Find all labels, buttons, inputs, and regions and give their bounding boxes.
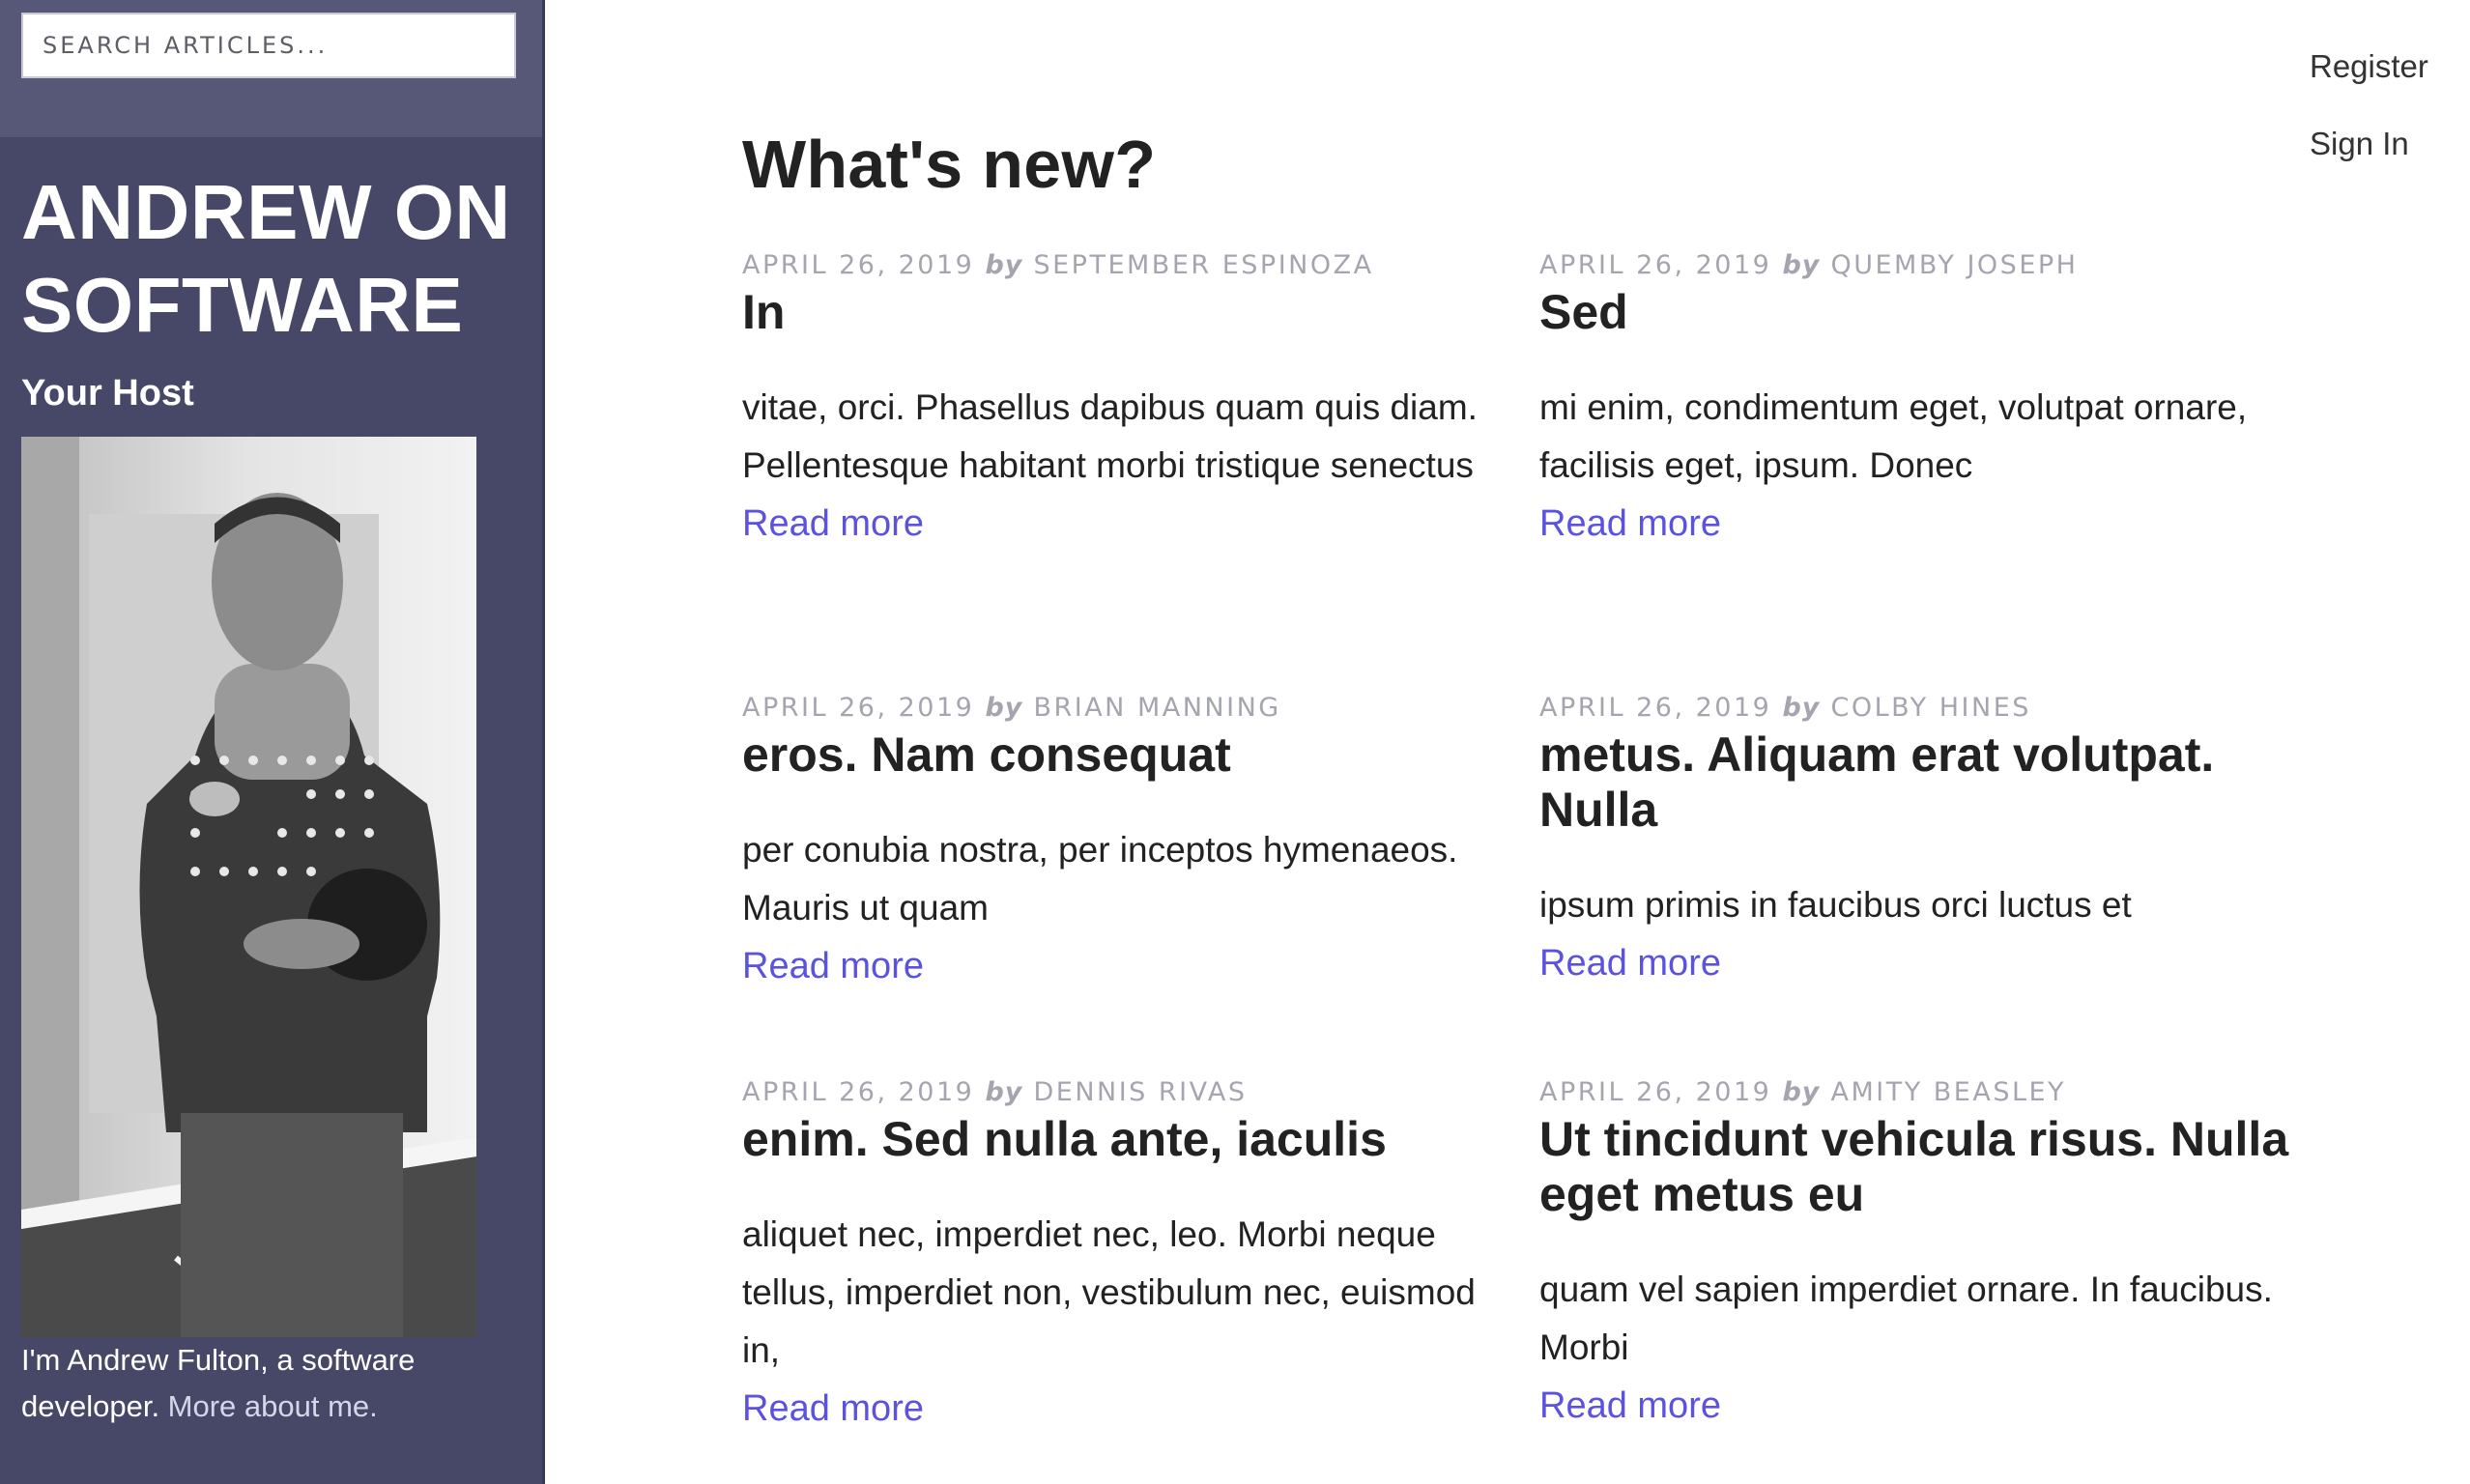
article-date: APRIL 26, 2019 bbox=[1539, 693, 1772, 723]
article-title[interactable]: In bbox=[742, 285, 1496, 340]
article-title[interactable]: enim. Sed nulla ante, iaculis bbox=[742, 1112, 1496, 1167]
article-title[interactable]: Sed bbox=[1539, 285, 2293, 340]
article-date: APRIL 26, 2019 bbox=[742, 1077, 975, 1107]
article-date: APRIL 26, 2019 bbox=[742, 250, 975, 280]
article-card: APRIL 26, 2019 by COLBY HINES metus. Ali… bbox=[1539, 689, 2293, 992]
read-more-link[interactable]: Read more bbox=[742, 937, 924, 995]
article-author[interactable]: SEPTEMBER ESPINOZA bbox=[1033, 250, 1373, 280]
article-meta: APRIL 26, 2019 by QUEMBY JOSEPH bbox=[1539, 246, 2293, 285]
article-meta: APRIL 26, 2019 by AMITY BEASLEY bbox=[1539, 1073, 2293, 1112]
search-input[interactable] bbox=[21, 13, 516, 78]
page-title: What's new? bbox=[742, 127, 1157, 202]
article-title[interactable]: Ut tincidunt vehicula risus. Nulla eget … bbox=[1539, 1112, 2293, 1222]
article-card: APRIL 26, 2019 by SEPTEMBER ESPINOZA In … bbox=[742, 246, 1496, 553]
search-bar-area bbox=[0, 0, 542, 137]
host-bio: I'm Andrew Fulton, a software developer.… bbox=[21, 1337, 533, 1430]
article-card: APRIL 26, 2019 by DENNIS RIVAS enim. Sed… bbox=[742, 1073, 1496, 1438]
by-label: by bbox=[985, 250, 1023, 280]
more-about-me-link[interactable]: More about me. bbox=[168, 1389, 378, 1423]
article-meta: APRIL 26, 2019 by SEPTEMBER ESPINOZA bbox=[742, 246, 1496, 285]
article-date: APRIL 26, 2019 bbox=[742, 693, 975, 723]
article-card: APRIL 26, 2019 by BRIAN MANNING eros. Na… bbox=[742, 689, 1496, 995]
article-meta: APRIL 26, 2019 by DENNIS RIVAS bbox=[742, 1073, 1496, 1112]
article-excerpt: mi enim, condimentum eget, volutpat orna… bbox=[1539, 387, 2248, 485]
article-author[interactable]: BRIAN MANNING bbox=[1033, 693, 1280, 723]
article-title[interactable]: eros. Nam consequat bbox=[742, 728, 1496, 783]
read-more-link[interactable]: Read more bbox=[742, 495, 924, 553]
article-meta: APRIL 26, 2019 by BRIAN MANNING bbox=[742, 689, 1496, 728]
article-author[interactable]: DENNIS RIVAS bbox=[1033, 1077, 1247, 1107]
register-link[interactable]: Register bbox=[2310, 48, 2428, 85]
by-label: by bbox=[985, 1077, 1023, 1107]
read-more-link[interactable]: Read more bbox=[1539, 495, 1721, 553]
read-more-link[interactable]: Read more bbox=[742, 1380, 924, 1438]
article-author[interactable]: COLBY HINES bbox=[1830, 693, 2030, 723]
host-photo bbox=[21, 437, 476, 1337]
sign-in-link[interactable]: Sign In bbox=[2310, 126, 2409, 162]
by-label: by bbox=[1782, 1077, 1821, 1107]
article-author[interactable]: AMITY BEASLEY bbox=[1830, 1077, 2066, 1107]
by-label: by bbox=[1782, 250, 1821, 280]
article-author[interactable]: QUEMBY JOSEPH bbox=[1830, 250, 2078, 280]
article-excerpt: aliquet nec, imperdiet nec, leo. Morbi n… bbox=[742, 1214, 1476, 1370]
site-title[interactable]: ANDREW ON SOFTWARE bbox=[21, 166, 533, 352]
article-title[interactable]: metus. Aliquam erat volutpat. Nulla bbox=[1539, 728, 2293, 838]
by-label: by bbox=[985, 693, 1023, 723]
article-excerpt: quam vel sapien imperdiet ornare. In fau… bbox=[1539, 1270, 2273, 1367]
article-excerpt: per conubia nostra, per inceptos hymenae… bbox=[742, 830, 1458, 928]
read-more-link[interactable]: Read more bbox=[1539, 934, 1721, 992]
article-excerpt: ipsum primis in faucibus orci luctus et bbox=[1539, 885, 2132, 925]
by-label: by bbox=[1782, 693, 1821, 723]
article-date: APRIL 26, 2019 bbox=[1539, 250, 1772, 280]
article-date: APRIL 26, 2019 bbox=[1539, 1077, 1772, 1107]
host-heading: Your Host bbox=[21, 373, 194, 414]
sidebar: ANDREW ON SOFTWARE Your Host bbox=[0, 0, 545, 1484]
article-meta: APRIL 26, 2019 by COLBY HINES bbox=[1539, 689, 2293, 728]
read-more-link[interactable]: Read more bbox=[1539, 1377, 1721, 1435]
article-card: APRIL 26, 2019 by AMITY BEASLEY Ut tinci… bbox=[1539, 1073, 2293, 1435]
article-card: APRIL 26, 2019 by QUEMBY JOSEPH Sed mi e… bbox=[1539, 246, 2293, 553]
article-excerpt: vitae, orci. Phasellus dapibus quam quis… bbox=[742, 387, 1478, 485]
